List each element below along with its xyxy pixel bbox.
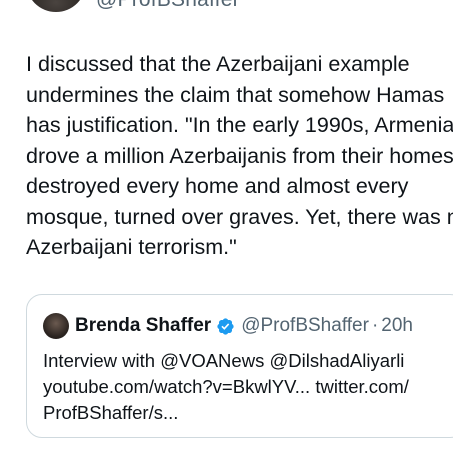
quoted-text-line: Interview with @VOANews @DilshadAliyarli — [43, 350, 405, 371]
quoted-tweet-card[interactable]: Brenda Shaffer @ProfBShaffer · 20h Inter… — [26, 294, 453, 438]
tweet-header: @ProfBShaffer — [0, 0, 453, 16]
author-avatar[interactable] — [26, 0, 86, 12]
quoted-author-name[interactable]: Brenda Shaffer — [75, 315, 211, 337]
quoted-author-avatar[interactable] — [43, 313, 69, 339]
tweet-text: I discussed that the Azerbaijani example… — [26, 49, 453, 263]
tweet-text-line: destroyed every home and almost every — [26, 174, 409, 198]
quoted-tweet-header: Brenda Shaffer @ProfBShaffer · 20h — [43, 311, 413, 341]
quoted-timestamp[interactable]: 20h — [381, 315, 413, 337]
tweet-text-line: I discussed that the Azerbaijani example — [26, 52, 410, 76]
tweet-text-line: Azerbaijani terrorism." — [26, 235, 237, 259]
quoted-tweet-text: Interview with @VOANews @DilshadAliyarli… — [43, 348, 409, 426]
tweet-text-line: has justification. "In the early 1990s, … — [26, 113, 453, 137]
quoted-text-line[interactable]: youtube.com/watch?v=BkwlYV... twitter.co… — [43, 374, 409, 400]
tweet-text-line: drove a million Azerbaijanis from their … — [26, 143, 453, 168]
tweet-text-line: undermines the claim that somehow Hamas — [26, 82, 445, 107]
quoted-separator: · — [371, 315, 379, 336]
quoted-author-handle[interactable]: @ProfBShaffer — [241, 315, 369, 337]
quoted-text-line[interactable]: ProfBShaffer/s... — [43, 400, 409, 426]
verified-badge-icon — [217, 317, 234, 335]
tweet-text-line: mosque, turned over graves. Yet, there w… — [26, 204, 453, 229]
author-handle[interactable]: @ProfBShaffer — [96, 0, 240, 12]
